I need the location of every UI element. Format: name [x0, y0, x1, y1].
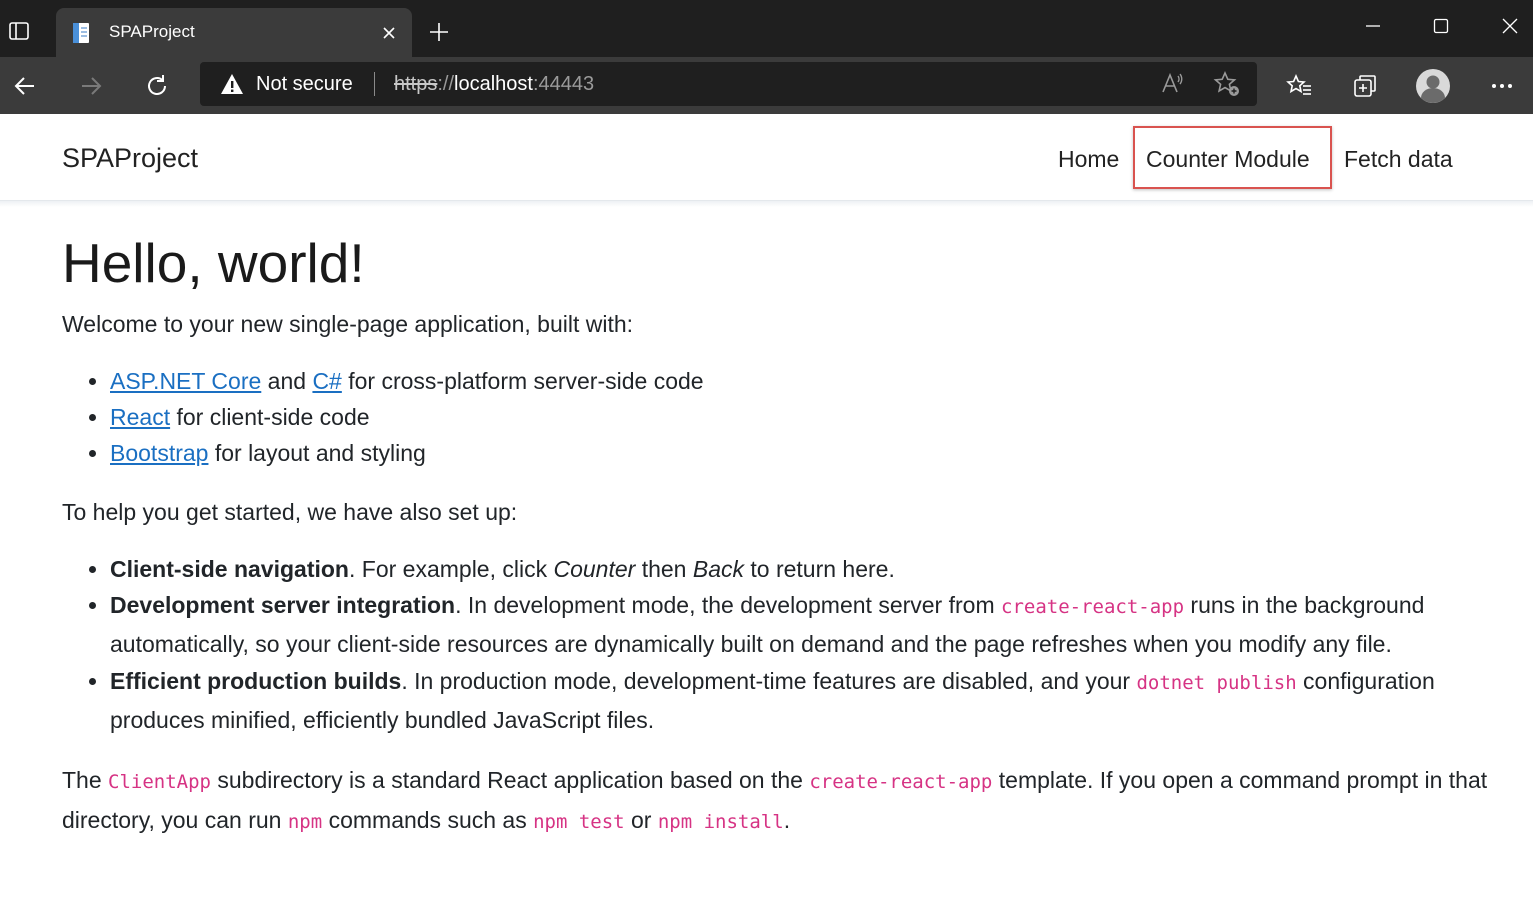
- navbar-brand[interactable]: SPAProject: [62, 141, 198, 175]
- tab-close-icon[interactable]: [378, 22, 400, 44]
- navbar-divider: [0, 201, 1533, 207]
- nav-link-counter-module[interactable]: Counter Module: [1146, 144, 1310, 174]
- collections-icon[interactable]: [1348, 69, 1382, 103]
- tech-list: ASP.NET Core and C# for cross-platform s…: [62, 363, 1492, 471]
- bootstrap-link[interactable]: Bootstrap: [110, 440, 208, 466]
- aspnet-core-link[interactable]: ASP.NET Core: [110, 368, 261, 394]
- address-bar[interactable]: Not secure https://localhost:44443: [200, 62, 1257, 106]
- address-divider: [374, 72, 375, 96]
- list-item: Efficient production builds. In producti…: [110, 663, 1492, 739]
- more-options-icon[interactable]: [1485, 69, 1519, 103]
- warning-icon[interactable]: [219, 72, 245, 96]
- security-status-label[interactable]: Not secure: [256, 72, 353, 96]
- main-content: Hello, world! Welcome to your new single…: [62, 228, 1492, 841]
- list-item: Development server integration. In devel…: [110, 587, 1492, 663]
- list-item: Client-side navigation. For example, cli…: [110, 551, 1492, 587]
- add-favorite-icon[interactable]: [1212, 69, 1242, 99]
- site-navbar: SPAProject Home Counter Module Fetch dat…: [0, 114, 1533, 201]
- maximize-window-icon[interactable]: [1426, 12, 1456, 40]
- tab-actions-icon[interactable]: [6, 18, 32, 44]
- read-aloud-icon[interactable]: [1158, 69, 1188, 99]
- csharp-link[interactable]: C#: [312, 368, 341, 394]
- browser-tab[interactable]: SPAProject: [56, 8, 412, 57]
- url-text[interactable]: https://localhost:44443: [394, 72, 594, 96]
- intro-paragraph: Welcome to your new single-page applicat…: [62, 311, 634, 337]
- list-item: ASP.NET Core and C# for cross-platform s…: [110, 363, 1492, 399]
- nav-link-home[interactable]: Home: [1058, 144, 1119, 174]
- browser-tab-bar: SPAProject: [0, 0, 1533, 57]
- profile-avatar-icon[interactable]: [1414, 67, 1452, 105]
- url-host: localhost: [454, 73, 533, 95]
- url-port: :44443: [532, 73, 595, 95]
- favorites-icon[interactable]: [1282, 69, 1316, 103]
- list-item: React for client-side code: [110, 399, 1492, 435]
- feature-list: Client-side navigation. For example, cli…: [62, 551, 1492, 739]
- tab-title: SPAProject: [109, 22, 195, 41]
- new-tab-icon[interactable]: [426, 19, 452, 45]
- back-icon[interactable]: [8, 69, 42, 103]
- url-scheme: https: [394, 73, 438, 95]
- react-link[interactable]: React: [110, 404, 170, 430]
- outro-paragraph: The ClientApp subdirectory is a standard…: [62, 767, 1488, 833]
- page-favicon-icon: [70, 21, 94, 45]
- minimize-window-icon[interactable]: [1358, 12, 1388, 40]
- page-heading: Hello, world!: [62, 232, 365, 294]
- refresh-icon[interactable]: [140, 69, 174, 103]
- close-window-icon[interactable]: [1495, 12, 1525, 40]
- nav-link-fetch-data[interactable]: Fetch data: [1344, 144, 1453, 174]
- forward-icon[interactable]: [74, 69, 108, 103]
- list-item: Bootstrap for layout and styling: [110, 435, 1492, 471]
- url-separator: ://: [437, 73, 455, 95]
- setup-intro-paragraph: To help you get started, we have also se…: [62, 499, 518, 525]
